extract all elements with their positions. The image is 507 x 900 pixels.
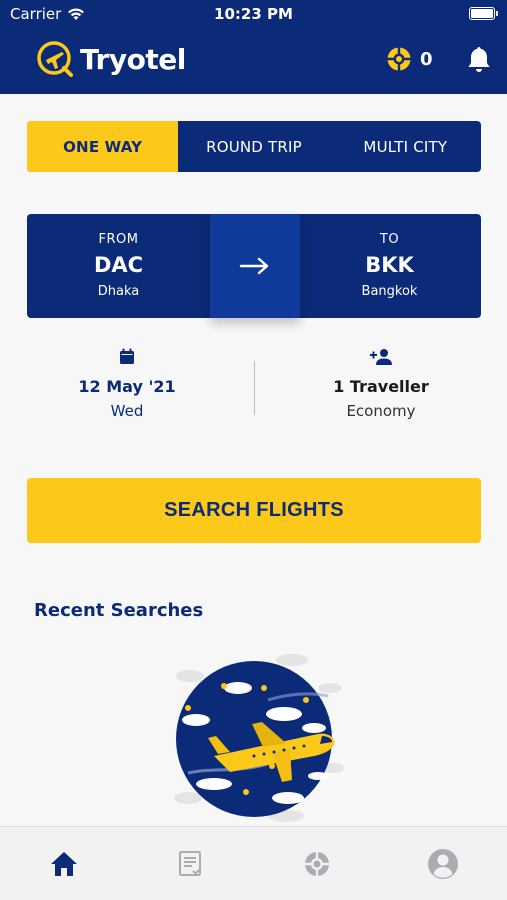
trip-type-tabs: ONE WAY ROUND TRIP MULTI CITY [27,121,481,172]
app-header: Tryotel 0 [0,28,507,94]
trip-details-row: 12 May '21 Wed 1 Traveller Economy [27,345,481,430]
brand-name: Tryotel [80,42,186,76]
tab-multi-city[interactable]: MULTI CITY [330,121,481,172]
traveller-selector[interactable]: 1 Traveller Economy [281,345,481,420]
recent-searches-illustration [168,648,348,826]
add-person-icon [370,348,392,365]
coins-button[interactable]: 0 [386,46,433,72]
list-check-icon [179,851,202,876]
traveller-count: 1 Traveller [333,377,429,396]
nav-bookings[interactable] [171,844,211,884]
battery-icon [469,7,498,20]
clock: 10:23 PM [214,5,293,23]
route-card: FROM DAC Dhaka TO BKK Bangkok [27,214,481,318]
to-code: BKK [365,253,414,277]
lifebuoy-icon [387,47,411,71]
search-flights-button[interactable]: SEARCH FLIGHTS [27,478,481,543]
status-bar: Carrier 10:23 PM [0,0,507,28]
from-code: DAC [93,253,144,277]
bottom-navigation [0,826,507,900]
nav-support[interactable] [297,844,337,884]
calendar-icon [120,348,134,364]
home-icon [51,852,77,876]
cabin-class: Economy [346,402,416,420]
notifications-button[interactable] [466,45,492,79]
tab-round-trip[interactable]: ROUND TRIP [178,121,329,172]
nav-profile[interactable] [423,844,463,884]
swap-route-button[interactable] [210,214,300,318]
travel-date: 12 May '21 [78,377,176,396]
lifebuoy-icon [305,852,329,876]
bell-icon [468,47,490,72]
brand-logo: Tryotel [34,38,186,80]
nav-home[interactable] [44,844,84,884]
arrow-right-icon [239,257,269,275]
date-selector[interactable]: 12 May '21 Wed [27,345,227,420]
travel-weekday: Wed [110,402,144,420]
origin-selector[interactable]: FROM DAC Dhaka [27,214,210,318]
coins-count: 0 [420,48,433,70]
tab-one-way[interactable]: ONE WAY [27,121,179,172]
to-label: TO [379,232,400,247]
user-circle-icon [428,849,458,879]
to-city: Bangkok [361,284,418,299]
globe-airplane-illustration [174,654,344,822]
destination-selector[interactable]: TO BKK Bangkok [298,214,481,318]
from-label: FROM [98,232,139,247]
from-city: Dhaka [97,284,140,299]
details-divider [254,361,255,415]
recent-searches-title: Recent Searches [34,600,204,621]
plane-logo-icon [37,41,73,77]
